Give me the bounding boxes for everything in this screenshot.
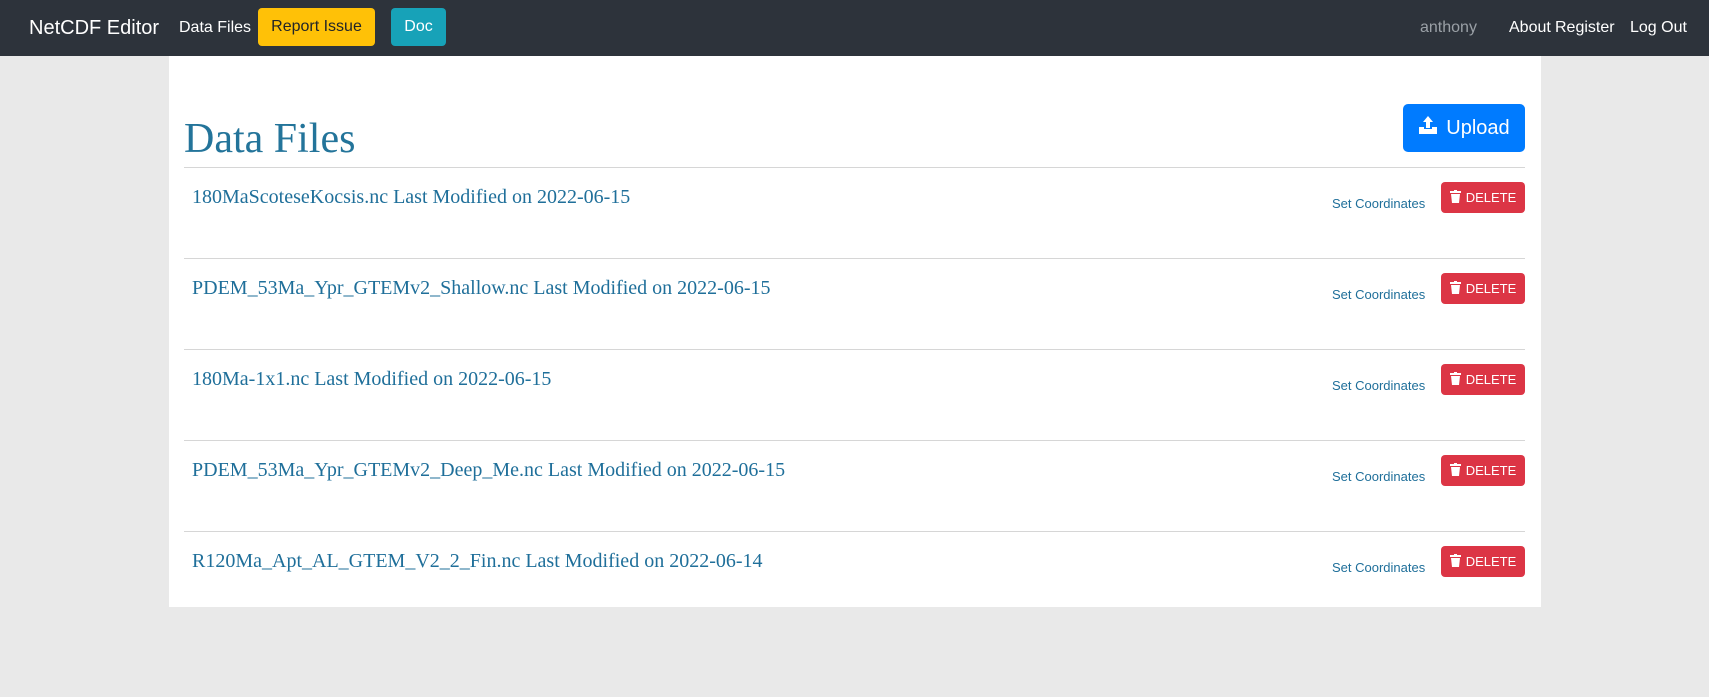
trash-icon	[1449, 280, 1461, 297]
delete-button[interactable]: DELETE	[1441, 273, 1525, 304]
delete-button[interactable]: DELETE	[1441, 546, 1525, 577]
nav-username[interactable]: anthony	[1420, 17, 1477, 39]
nav-data-files[interactable]: Data Files	[179, 17, 251, 39]
set-coordinates-link[interactable]: Set Coordinates	[1332, 469, 1425, 485]
file-link[interactable]: PDEM_53Ma_Ypr_GTEMv2_Shallow.nc Last Mod…	[192, 276, 770, 300]
file-row: PDEM_53Ma_Ypr_GTEMv2_Deep_Me.nc Last Mod…	[184, 441, 1525, 532]
file-row: R120Ma_Apt_AL_GTEM_V2_2_Fin.nc Last Modi…	[184, 532, 1525, 623]
trash-icon	[1449, 189, 1461, 206]
set-coordinates-link[interactable]: Set Coordinates	[1332, 287, 1425, 303]
file-link[interactable]: R120Ma_Apt_AL_GTEM_V2_2_Fin.nc Last Modi…	[192, 549, 763, 573]
upload-icon	[1418, 115, 1438, 141]
file-row: 180Ma-1x1.nc Last Modified on 2022-06-15…	[184, 350, 1525, 441]
upload-label: Upload	[1446, 116, 1510, 139]
nav-register[interactable]: Register	[1555, 17, 1615, 39]
nav-logout[interactable]: Log Out	[1630, 17, 1687, 39]
delete-label: DELETE	[1465, 281, 1517, 296]
delete-button[interactable]: DELETE	[1441, 364, 1525, 395]
delete-button[interactable]: DELETE	[1441, 455, 1525, 486]
file-link[interactable]: 180Ma-1x1.nc Last Modified on 2022-06-15	[192, 367, 551, 391]
doc-button[interactable]: Doc	[391, 8, 446, 46]
file-link[interactable]: PDEM_53Ma_Ypr_GTEMv2_Deep_Me.nc Last Mod…	[192, 458, 785, 482]
set-coordinates-link[interactable]: Set Coordinates	[1332, 378, 1425, 394]
delete-button[interactable]: DELETE	[1441, 182, 1525, 213]
page-title: Data Files	[184, 116, 356, 162]
top-navbar: NetCDF Editor Data Files Report Issue Do…	[0, 0, 1709, 56]
file-link[interactable]: 180MaScoteseKocsis.nc Last Modified on 2…	[192, 185, 630, 209]
file-row: PDEM_53Ma_Ypr_GTEMv2_Shallow.nc Last Mod…	[184, 259, 1525, 350]
set-coordinates-link[interactable]: Set Coordinates	[1332, 196, 1425, 212]
upload-button[interactable]: Upload	[1403, 104, 1525, 152]
nav-about[interactable]: About	[1509, 17, 1551, 39]
data-files-panel: Data Files Upload 180MaScoteseKocsis.nc …	[169, 56, 1541, 607]
trash-icon	[1449, 553, 1461, 570]
report-issue-button[interactable]: Report Issue	[258, 8, 375, 46]
delete-label: DELETE	[1465, 463, 1517, 478]
delete-label: DELETE	[1465, 372, 1517, 387]
trash-icon	[1449, 462, 1461, 479]
file-row: 180MaScoteseKocsis.nc Last Modified on 2…	[184, 168, 1525, 259]
delete-label: DELETE	[1465, 190, 1517, 205]
delete-label: DELETE	[1465, 554, 1517, 569]
trash-icon	[1449, 371, 1461, 388]
brand-logo-text[interactable]: NetCDF Editor	[29, 14, 159, 42]
set-coordinates-link[interactable]: Set Coordinates	[1332, 560, 1425, 576]
